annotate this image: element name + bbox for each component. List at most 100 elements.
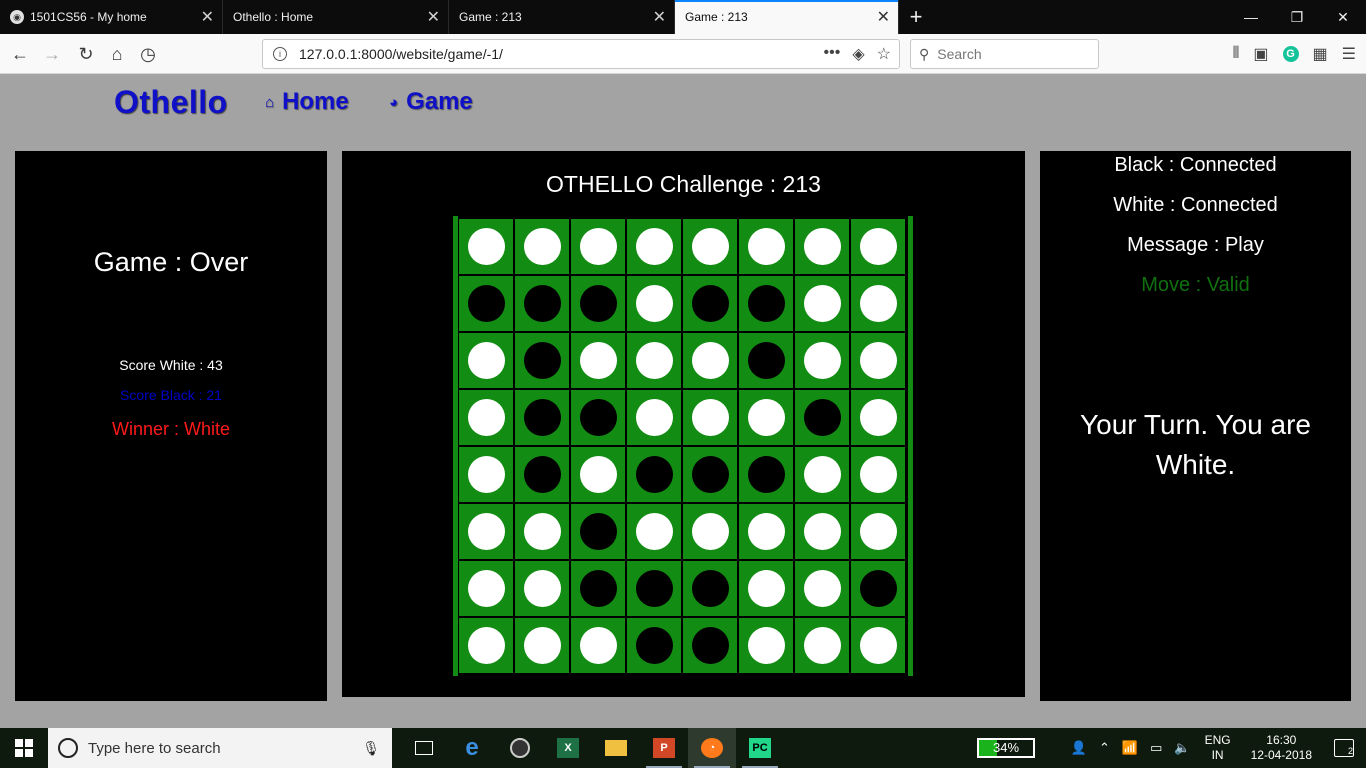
sidebar-icon[interactable]: ▣ [1253, 44, 1268, 64]
board-cell[interactable] [626, 332, 682, 389]
library-icon[interactable]: ⫴ [1233, 45, 1240, 63]
board-cell[interactable] [626, 503, 682, 560]
board-cell[interactable] [682, 218, 738, 275]
url-text[interactable]: 127.0.0.1:8000/website/game/-1/ [299, 46, 503, 62]
board-cell[interactable] [570, 275, 626, 332]
browser-tab[interactable]: Othello : Home ✕ [223, 0, 449, 34]
board-cell[interactable] [626, 218, 682, 275]
search-input[interactable]: ⚲ Search [910, 39, 1099, 69]
page-actions-icon[interactable]: ••• [824, 44, 841, 64]
chevron-up-icon[interactable]: ⌃ [1099, 740, 1110, 756]
taskbar-search-box[interactable]: Type here to search 🎙 [48, 728, 392, 768]
board-cell[interactable] [626, 617, 682, 674]
board-cell[interactable] [682, 446, 738, 503]
board-cell[interactable] [514, 560, 570, 617]
board-cell[interactable] [850, 446, 906, 503]
board-cell[interactable] [794, 617, 850, 674]
info-icon[interactable]: i [273, 47, 287, 61]
board-cell[interactable] [514, 389, 570, 446]
board-cell[interactable] [682, 617, 738, 674]
battery-indicator[interactable]: 34% [977, 738, 1035, 758]
close-icon[interactable]: ✕ [653, 7, 666, 27]
restore-icon[interactable]: ❐ [1274, 0, 1320, 34]
nav-link-home[interactable]: ⌂ Home [265, 88, 349, 116]
close-icon[interactable]: ✕ [877, 7, 890, 27]
board-cell[interactable] [682, 275, 738, 332]
board-cell[interactable] [850, 218, 906, 275]
bookmark-star-icon[interactable]: ☆ [877, 44, 891, 64]
board-cell[interactable] [514, 332, 570, 389]
board-cell[interactable] [682, 503, 738, 560]
board-cell[interactable] [682, 560, 738, 617]
people-icon[interactable]: 👤 [1071, 740, 1087, 756]
microphone-icon[interactable]: 🎙 [362, 740, 380, 757]
board-cell[interactable] [458, 275, 514, 332]
board-cell[interactable] [570, 560, 626, 617]
home-icon[interactable]: ⌂ [103, 40, 131, 68]
close-window-icon[interactable]: ✕ [1320, 0, 1366, 34]
board-cell[interactable] [738, 275, 794, 332]
board-cell[interactable] [850, 560, 906, 617]
board-cell[interactable] [570, 446, 626, 503]
reload-icon[interactable]: ↻ [72, 40, 100, 68]
board-cell[interactable] [738, 446, 794, 503]
board-cell[interactable] [570, 332, 626, 389]
board-cell[interactable] [738, 218, 794, 275]
nav-link-game[interactable]: ◕ Game [389, 88, 473, 116]
power-icon[interactable]: ▭ [1150, 740, 1162, 756]
board-cell[interactable] [626, 560, 682, 617]
board-cell[interactable] [570, 617, 626, 674]
browser-tab-active[interactable]: Game : 213 ✕ [675, 0, 899, 34]
history-clock-icon[interactable]: ◷ [134, 40, 162, 68]
board-cell[interactable] [794, 389, 850, 446]
board-cell[interactable] [458, 332, 514, 389]
board-cell[interactable] [738, 503, 794, 560]
language-indicator[interactable]: ENG IN [1205, 733, 1231, 763]
board-cell[interactable] [570, 389, 626, 446]
board-cell[interactable] [514, 275, 570, 332]
board-cell[interactable] [738, 332, 794, 389]
volume-icon[interactable]: 🔈 [1174, 740, 1190, 756]
board-cell[interactable] [626, 446, 682, 503]
pocket-icon[interactable]: ◈ [852, 44, 864, 64]
close-icon[interactable]: ✕ [201, 7, 214, 27]
browser-tab[interactable]: ◉ 1501CS56 - My home ✕ [0, 0, 223, 34]
board-cell[interactable] [794, 218, 850, 275]
board-cell[interactable] [458, 503, 514, 560]
camera-app-icon[interactable] [496, 728, 544, 768]
board-cell[interactable] [738, 617, 794, 674]
board-cell[interactable] [458, 446, 514, 503]
brand-logo[interactable]: Othello [114, 84, 228, 121]
firefox-icon[interactable]: ◔ [688, 728, 736, 768]
minimize-icon[interactable]: — [1228, 0, 1274, 34]
board-cell[interactable] [458, 389, 514, 446]
address-bar[interactable]: i 127.0.0.1:8000/website/game/-1/ ••• ◈ … [262, 39, 900, 69]
board-cell[interactable] [682, 389, 738, 446]
board-cell[interactable] [514, 218, 570, 275]
board-cell[interactable] [458, 617, 514, 674]
board-cell[interactable] [794, 503, 850, 560]
board-cell[interactable] [850, 275, 906, 332]
file-explorer-icon[interactable] [592, 728, 640, 768]
browser-tab[interactable]: Game : 213 ✕ [449, 0, 675, 34]
board-cell[interactable] [794, 332, 850, 389]
edge-browser-icon[interactable]: e [448, 728, 496, 768]
board-cell[interactable] [794, 446, 850, 503]
board-cell[interactable] [850, 332, 906, 389]
board-cell[interactable] [514, 617, 570, 674]
board-cell[interactable] [626, 275, 682, 332]
task-view-icon[interactable] [400, 728, 448, 768]
board-cell[interactable] [626, 389, 682, 446]
notifications-icon[interactable]: 2 [1334, 739, 1354, 757]
board-cell[interactable] [794, 560, 850, 617]
board-cell[interactable] [514, 446, 570, 503]
close-icon[interactable]: ✕ [427, 7, 440, 27]
pycharm-icon[interactable]: PC [736, 728, 784, 768]
board-cell[interactable] [850, 503, 906, 560]
board-cell[interactable] [570, 503, 626, 560]
forward-arrow-icon[interactable]: → [38, 40, 66, 68]
grammarly-icon[interactable]: G [1282, 46, 1299, 62]
board-cell[interactable] [514, 503, 570, 560]
board-cell[interactable] [850, 617, 906, 674]
new-tab-button[interactable]: + [899, 0, 933, 34]
